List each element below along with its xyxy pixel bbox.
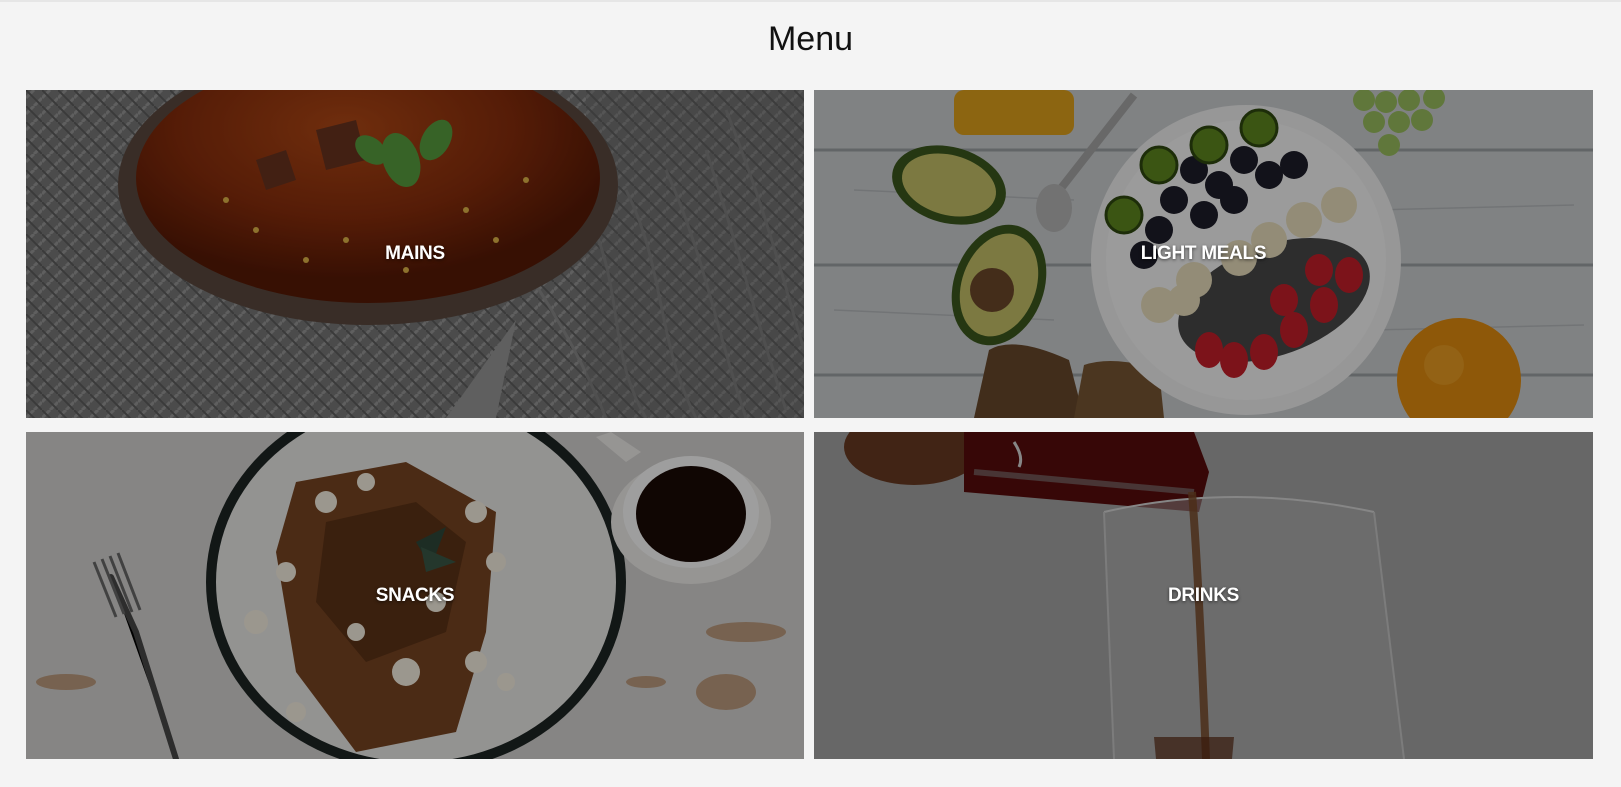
category-tile-snacks[interactable]: SNACKS [26, 432, 804, 759]
category-tile-mains[interactable]: MAINS [26, 90, 804, 418]
category-label: SNACKS [375, 584, 455, 606]
category-label: DRINKS [1167, 584, 1240, 606]
category-tile-drinks[interactable]: DRINKS [814, 432, 1593, 759]
category-label: LIGHT MEALS [1140, 243, 1267, 264]
category-tile-light-meals[interactable]: LIGHT MEALS [814, 90, 1593, 418]
page-title: Menu [767, 20, 854, 58]
category-label: MAINS [385, 243, 445, 264]
